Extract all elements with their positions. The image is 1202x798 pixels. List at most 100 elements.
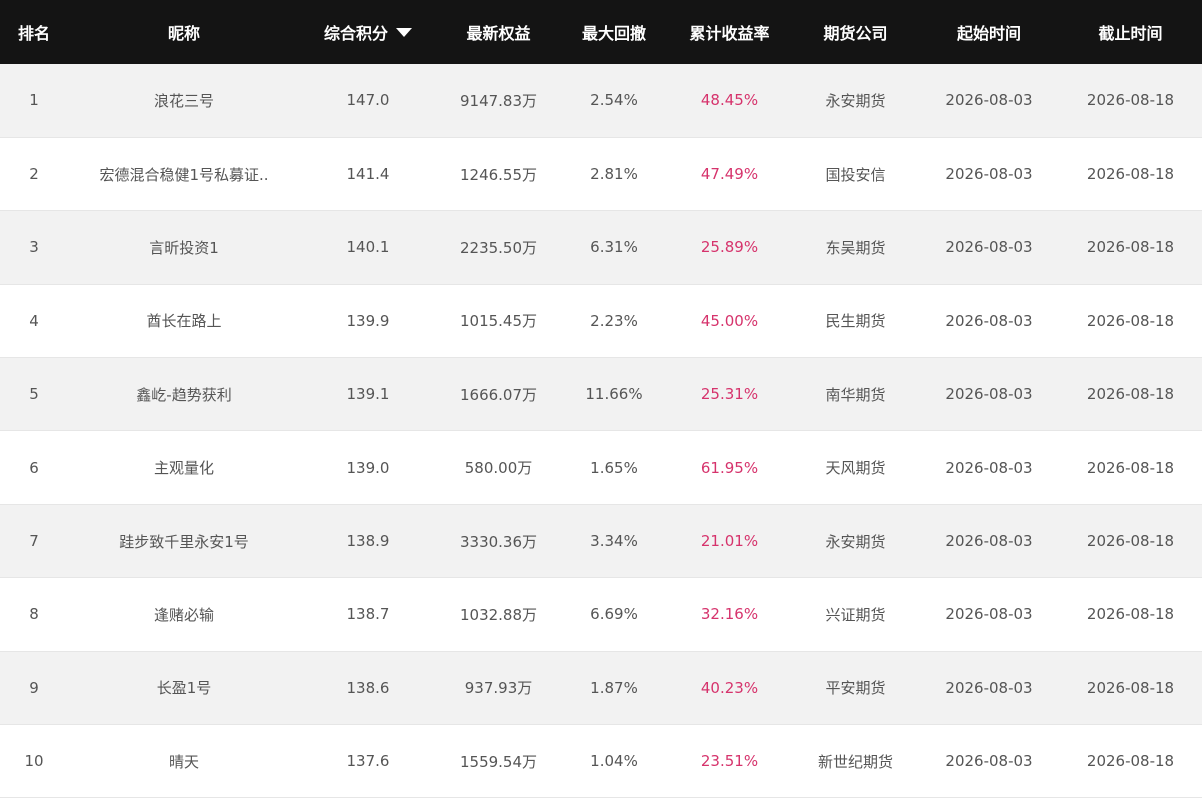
cell-equity: 1015.45万 [459,312,538,331]
cell-equity: 1666.07万 [459,385,538,404]
cell-broker: 永安期货 [825,91,886,110]
cell-nickname[interactable]: 宏德混合稳健1号私募证.. [68,137,300,210]
cell-drawdown: 1.87% [590,678,638,697]
cell-broker: 南华期货 [825,385,886,404]
cell-score: 139.0 [346,458,390,477]
cell-equity: 1032.88万 [459,605,538,624]
table-row[interactable]: 6 主观量化 139.0 580.00万 1.65% 61.95% 天风期货 2026-08-… [0,430,1202,505]
cell-score: 147.0 [346,91,390,110]
cell-start-date: 2026-08-03 [945,165,1033,184]
cell-broker: 东吴期货 [825,238,886,257]
cell-start-date: 2026-08-03 [945,458,1033,477]
cell-end-date: 2026-08-18 [1086,91,1175,110]
cell-score: 137.6 [346,752,390,771]
cell-rank: 1 [29,91,39,110]
cell-nickname[interactable]: 逢赌必输 [68,578,300,651]
table-row[interactable]: 8 逢赌必输 138.7 1032.88万 6.69% 32.16% 兴证期货 2026-08… [0,577,1202,652]
cell-end-date: 2026-08-18 [1086,165,1175,184]
cell-score: 138.6 [346,678,390,697]
cell-nickname[interactable]: 主观量化 [68,431,300,504]
cell-rank: 4 [29,311,39,330]
cell-broker: 平安期货 [825,679,886,698]
table-row[interactable]: 7 跬步致千里永安1号 138.9 3330.36万 3.34% 21.01% 永安期货 20… [0,504,1202,578]
cell-start-date: 2026-08-03 [945,532,1033,551]
cell-return: 40.23% [700,678,759,697]
cell-end-date: 2026-08-18 [1086,311,1175,330]
cell-equity: 580.00万 [464,459,533,478]
cell-equity: 937.93万 [464,679,533,698]
cell-end-date: 2026-08-18 [1086,605,1175,624]
cell-end-date: 2026-08-18 [1086,752,1175,771]
cell-rank: 2 [29,165,39,184]
table-body: 1 浪花三号 147.0 9147.83万 2.54% 48.45% 永安期货 2026-08… [0,64,1202,798]
table-row[interactable]: 4 酋长在路上 139.9 1015.45万 2.23% 45.00% 民生期货 2026-0… [0,284,1202,358]
cell-nickname[interactable]: 跬步致千里永安1号 [68,504,300,577]
cell-return: 23.51% [700,752,759,771]
cell-end-date: 2026-08-18 [1086,238,1175,257]
cell-drawdown: 1.65% [590,458,638,477]
cell-broker: 兴证期货 [825,605,886,624]
cell-return: 61.95% [700,458,759,477]
cell-nickname[interactable]: 浪花三号 [68,64,300,137]
table-row[interactable]: 10 晴天 137.6 1559.54万 1.04% 23.51% 新世纪期货 2026-08… [0,724,1202,798]
header-score-label: 综合积分 [323,24,388,43]
header-start[interactable]: 起始时间 [919,0,1059,64]
cell-score: 138.7 [346,605,390,624]
cell-score: 139.9 [346,311,390,330]
cell-broker: 民生期货 [825,312,886,331]
header-end[interactable]: 截止时间 [1059,0,1202,64]
table-row[interactable]: 1 浪花三号 147.0 9147.83万 2.54% 48.45% 永安期货 2026-08… [0,64,1202,138]
table-row[interactable]: 9 长盈1号 138.6 937.93万 1.87% 40.23% 平安期货 2026-08-… [0,651,1202,725]
header-score[interactable]: 综合积分 [300,0,436,64]
cell-rank: 6 [29,458,39,477]
cell-drawdown: 2.81% [590,165,638,184]
cell-nickname[interactable]: 晴天 [68,725,300,798]
cell-start-date: 2026-08-03 [945,385,1033,404]
cell-return: 47.49% [700,165,759,184]
header-broker[interactable]: 期货公司 [792,0,919,64]
cell-rank: 5 [29,385,39,404]
cell-rank: 10 [24,752,44,771]
cell-start-date: 2026-08-03 [945,238,1033,257]
table-row[interactable]: 5 鑫屹-趋势获利 139.1 1666.07万 11.66% 25.31% 南华期货 202… [0,357,1202,431]
cell-score: 139.1 [346,385,390,404]
cell-return: 48.45% [700,91,759,110]
header-equity[interactable]: 最新权益 [436,0,561,64]
cell-end-date: 2026-08-18 [1086,458,1175,477]
table-header-row: 排名 昵称 综合积分 最新权益 最大回撤 累计收益率 期货公司 起始时间 截止时… [0,0,1202,64]
cell-end-date: 2026-08-18 [1086,385,1175,404]
cell-return: 25.31% [700,385,759,404]
cell-start-date: 2026-08-03 [945,91,1033,110]
cell-drawdown: 11.66% [585,385,643,404]
table-row[interactable]: 3 言昕投资1 140.1 2235.50万 6.31% 25.89% 东吴期货 2026-0… [0,210,1202,285]
header-rank[interactable]: 排名 [0,0,68,64]
cell-nickname[interactable]: 鑫屹-趋势获利 [68,358,300,431]
cell-equity: 2235.50万 [459,238,538,257]
cell-drawdown: 2.23% [590,311,638,330]
cell-broker: 国投安信 [825,165,886,184]
cell-nickname[interactable]: 酋长在路上 [68,284,300,357]
cell-broker: 天风期货 [825,459,886,478]
cell-rank: 8 [29,605,39,624]
cell-end-date: 2026-08-18 [1086,678,1175,697]
cell-start-date: 2026-08-03 [945,311,1033,330]
triangle-down-icon[interactable] [396,28,412,37]
cell-equity: 1246.55万 [459,165,538,184]
cell-rank: 3 [29,238,39,257]
cell-drawdown: 6.69% [590,605,638,624]
cell-equity: 1559.54万 [459,752,538,771]
cell-return: 45.00% [700,311,759,330]
header-drawdown[interactable]: 最大回撤 [561,0,667,64]
header-return[interactable]: 累计收益率 [667,0,792,64]
cell-drawdown: 2.54% [590,91,638,110]
table-row[interactable]: 2 宏德混合稳健1号私募证.. 141.4 1246.55万 2.81% 47.49% 国投… [0,137,1202,211]
cell-nickname[interactable]: 言昕投资1 [68,211,300,284]
cell-broker: 永安期货 [825,532,886,551]
cell-return: 32.16% [700,605,759,624]
ranking-table: 排名 昵称 综合积分 最新权益 最大回撤 累计收益率 期货公司 起始时间 截止时… [0,0,1202,798]
cell-score: 138.9 [346,532,390,551]
cell-nickname[interactable]: 长盈1号 [68,651,300,724]
header-nickname[interactable]: 昵称 [68,0,300,64]
cell-end-date: 2026-08-18 [1086,532,1175,551]
cell-score: 141.4 [346,165,390,184]
